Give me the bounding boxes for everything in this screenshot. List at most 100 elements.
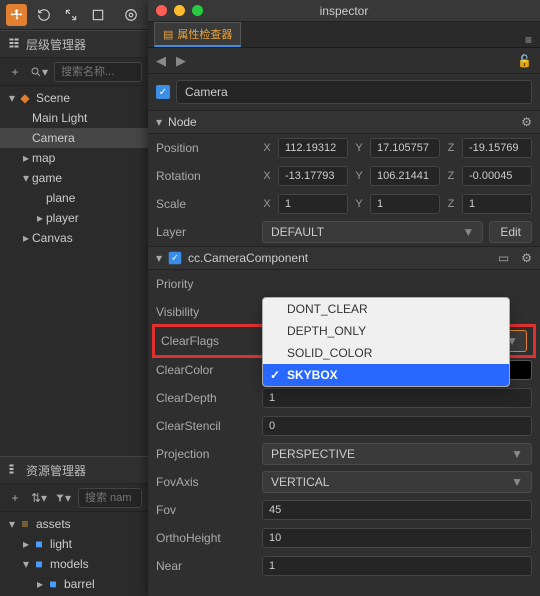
clearstencil-row: ClearStencil	[148, 412, 540, 440]
tree-item[interactable]: ▸■light	[0, 534, 148, 554]
folder-icon: ■	[32, 557, 46, 571]
gear-icon[interactable]: ⚙	[521, 251, 532, 265]
position-x-input[interactable]	[278, 138, 348, 158]
edit-layer-button[interactable]: Edit	[489, 221, 532, 243]
hierarchy-panel-header: 层级管理器	[0, 30, 148, 58]
forward-button[interactable]: ▶	[176, 53, 186, 69]
node-enable-row: ✓	[148, 74, 540, 110]
panel-menu-button[interactable]: ≡	[525, 33, 532, 47]
hierarchy-icon	[8, 37, 20, 52]
position-y-input[interactable]	[370, 138, 440, 158]
component-enabled-checkbox[interactable]: ✓	[169, 252, 182, 265]
position-z-input[interactable]	[462, 138, 532, 158]
layer-select[interactable]: DEFAULT▼	[262, 221, 483, 243]
clearstencil-input[interactable]	[262, 416, 532, 436]
assets-icon	[8, 463, 20, 478]
assets-actions: + ⇅▾ ▾	[0, 484, 148, 512]
tree-item[interactable]: plane	[0, 188, 148, 208]
scale-z-input[interactable]	[462, 194, 532, 214]
database-icon: ≡	[18, 517, 32, 531]
priority-row: Priority	[148, 270, 540, 298]
back-button[interactable]: ◀	[156, 53, 166, 69]
main-toolbar	[0, 0, 148, 30]
tree-item[interactable]: ▾game	[0, 168, 148, 188]
hierarchy-search-input[interactable]	[54, 62, 142, 82]
hierarchy-tree: ▾◆Scene Main Light Camera ▸map ▾game pla…	[0, 86, 148, 250]
rotate-tool-button[interactable]	[33, 4, 54, 26]
dropdown-option[interactable]: SOLID_COLOR	[263, 342, 509, 364]
clearflags-dropdown: DONT_CLEAR DEPTH_ONLY SOLID_COLOR SKYBOX	[262, 297, 510, 387]
lock-icon[interactable]: 🔓	[517, 54, 532, 68]
rect-tool-button[interactable]	[88, 4, 109, 26]
chevron-down-icon: ▼	[462, 225, 474, 239]
orthoheight-input[interactable]	[262, 528, 532, 548]
folder-icon: ■	[32, 537, 46, 551]
dropdown-option[interactable]: DEPTH_ONLY	[263, 320, 509, 342]
cleardepth-input[interactable]	[262, 388, 532, 408]
inspector-tab[interactable]: ▤ 属性检查器	[154, 22, 241, 47]
tree-item[interactable]: ▸■barrel	[0, 574, 148, 594]
assets-tree: ▾≡assets ▸■light ▾■models ▸■barrel	[0, 512, 148, 596]
tree-item[interactable]: ▸player	[0, 208, 148, 228]
help-icon[interactable]: ▭	[498, 251, 509, 265]
titlebar: inspector	[148, 0, 540, 22]
chevron-down-icon: ▼	[511, 475, 523, 489]
scale-tool-button[interactable]	[60, 4, 81, 26]
scale-row: Scale X Y Z	[148, 190, 540, 218]
flame-icon: ◆	[18, 91, 32, 105]
scale-x-input[interactable]	[278, 194, 348, 214]
assets-panel-header: 资源管理器	[0, 456, 148, 484]
move-tool-button[interactable]	[6, 4, 27, 26]
fov-row: Fov	[148, 496, 540, 524]
left-panel: 层级管理器 + ▾ ▾◆Scene Main Light Camera ▸map…	[0, 0, 148, 596]
add-asset-button[interactable]: +	[6, 489, 24, 507]
add-node-button[interactable]: +	[6, 63, 24, 81]
gear-icon[interactable]: ⚙	[521, 115, 532, 129]
filter-button[interactable]: ▾	[54, 489, 72, 507]
near-input[interactable]	[262, 556, 532, 576]
folder-icon: ■	[46, 577, 60, 591]
tree-item[interactable]: Main Light	[0, 108, 148, 128]
sort-button[interactable]: ⇅▾	[30, 489, 48, 507]
dropdown-option[interactable]: SKYBOX	[263, 364, 509, 386]
search-mode-button[interactable]: ▾	[30, 63, 48, 81]
scale-y-input[interactable]	[370, 194, 440, 214]
rotation-x-input[interactable]	[278, 166, 348, 186]
fovaxis-row: FovAxis VERTICAL▼	[148, 468, 540, 496]
position-row: Position X Y Z	[148, 134, 540, 162]
rotation-z-input[interactable]	[462, 166, 532, 186]
chevron-down-icon: ▼	[511, 447, 523, 461]
projection-row: Projection PERSPECTIVE▼	[148, 440, 540, 468]
hierarchy-actions: + ▾	[0, 58, 148, 86]
fovaxis-select[interactable]: VERTICAL▼	[262, 471, 532, 493]
component-section-header[interactable]: ▾ ✓ cc.CameraComponent ▭ ⚙	[148, 246, 540, 270]
near-row: Near	[148, 552, 540, 580]
hierarchy-title: 层级管理器	[26, 36, 86, 53]
tree-item-scene[interactable]: ▾◆Scene	[0, 88, 148, 108]
cleardepth-row: ClearDepth	[148, 384, 540, 412]
caret-down-icon: ▾	[156, 115, 162, 129]
caret-down-icon: ▾	[156, 251, 162, 265]
projection-select[interactable]: PERSPECTIVE▼	[262, 443, 532, 465]
anchor-tool-button[interactable]	[121, 4, 142, 26]
tree-item[interactable]: ▾■models	[0, 554, 148, 574]
fov-input[interactable]	[262, 500, 532, 520]
node-name-input[interactable]	[176, 80, 532, 104]
tab-bar: ▤ 属性检查器 ≡	[148, 22, 540, 48]
window-title: inspector	[148, 4, 540, 18]
tree-item[interactable]: ▸Canvas	[0, 228, 148, 248]
tree-item-assets-root[interactable]: ▾≡assets	[0, 514, 148, 534]
tree-item[interactable]: Camera	[0, 128, 148, 148]
rotation-row: Rotation X Y Z	[148, 162, 540, 190]
list-icon: ▤	[163, 28, 173, 41]
dropdown-option[interactable]: DONT_CLEAR	[263, 298, 509, 320]
tree-item[interactable]: ▸map	[0, 148, 148, 168]
assets-title: 资源管理器	[26, 462, 86, 479]
assets-search-input[interactable]	[78, 488, 142, 508]
node-section-header[interactable]: ▾ Node ⚙	[148, 110, 540, 134]
orthoheight-row: OrthoHeight	[148, 524, 540, 552]
rotation-y-input[interactable]	[370, 166, 440, 186]
layer-row: Layer DEFAULT▼ Edit	[148, 218, 540, 246]
assets-panel: 资源管理器 + ⇅▾ ▾ ▾≡assets ▸■light ▾■models ▸…	[0, 456, 148, 596]
node-enabled-checkbox[interactable]: ✓	[156, 85, 170, 99]
